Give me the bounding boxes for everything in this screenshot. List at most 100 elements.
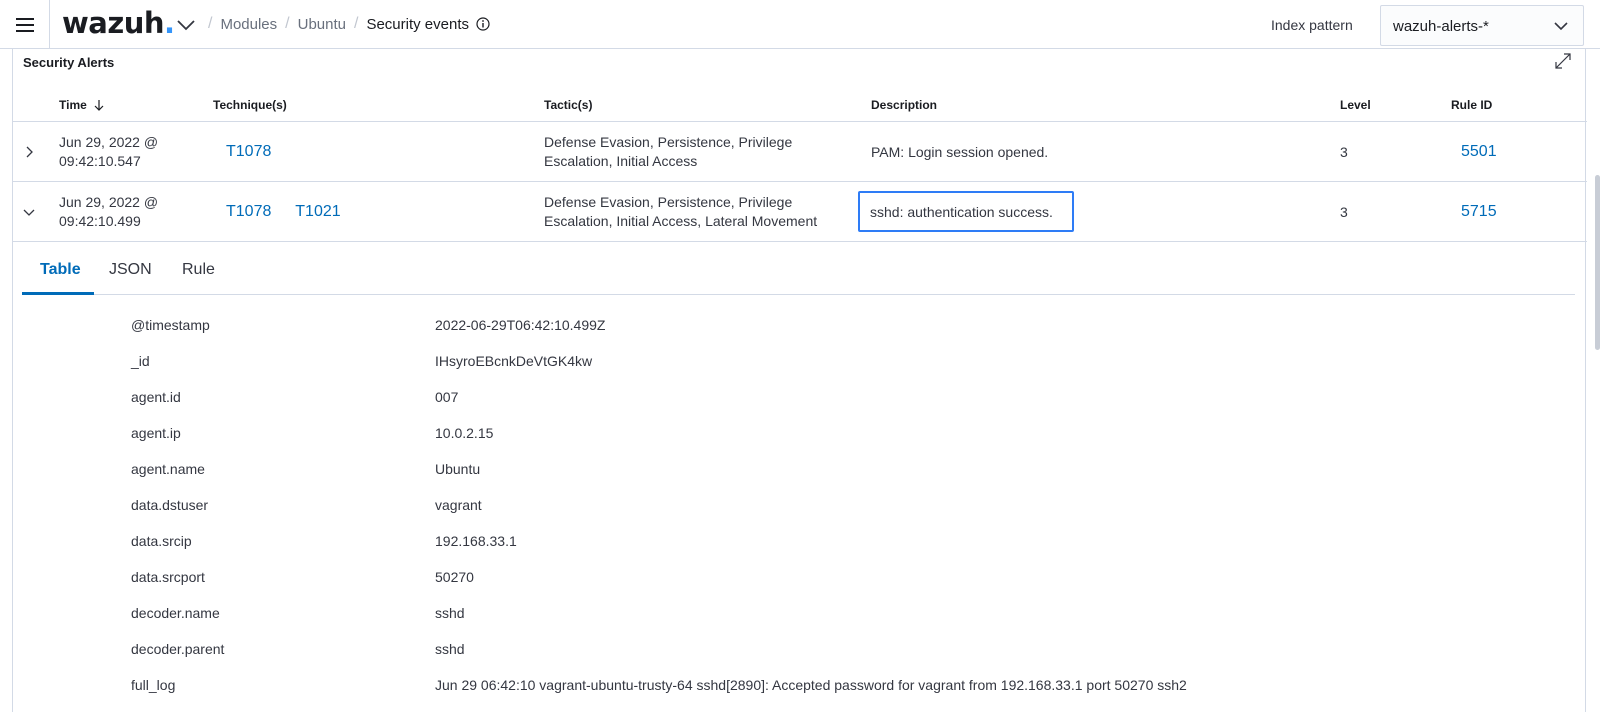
time-date: Jun 29, 2022 @ bbox=[59, 194, 159, 210]
detail-row: agent.ip 10.0.2.15 bbox=[13, 417, 1587, 453]
logo-text: wazuh bbox=[62, 6, 165, 40]
hamburger-icon bbox=[15, 17, 34, 32]
technique-link[interactable]: T1078 bbox=[226, 143, 271, 160]
column-label: Level bbox=[1340, 98, 1371, 112]
breadcrumb-separator: / bbox=[208, 15, 213, 32]
column-header-time[interactable]: Time bbox=[59, 98, 105, 112]
technique-link[interactable]: T1021 bbox=[295, 203, 340, 220]
time-date: Jun 29, 2022 @ bbox=[59, 134, 159, 150]
chevron-down-icon[interactable] bbox=[175, 16, 197, 34]
column-header-description[interactable]: Description bbox=[871, 98, 937, 112]
menu-button[interactable] bbox=[0, 0, 50, 49]
detail-key: full_log bbox=[131, 677, 176, 693]
row-description-focused[interactable]: sshd: authentication success. bbox=[858, 191, 1074, 232]
row-time: Jun 29, 2022 @ 09:42:10.547 bbox=[59, 133, 158, 171]
detail-key: data.srcip bbox=[131, 533, 192, 549]
tab-table[interactable]: Table bbox=[40, 261, 81, 279]
table-row[interactable]: Jun 29, 2022 @ 09:42:10.547 T1078 Defens… bbox=[13, 123, 1587, 182]
detail-key: data.dstuser bbox=[131, 497, 209, 513]
detail-row: decoder.name sshd bbox=[13, 597, 1587, 633]
row-techniques: T1078 T1021 bbox=[226, 202, 341, 221]
panel-title: Security Alerts bbox=[23, 55, 115, 70]
breadcrumb-separator: / bbox=[285, 15, 290, 32]
row-level: 3 bbox=[1340, 144, 1348, 160]
row-tactics: Defense Evasion, Persistence, Privilege … bbox=[544, 193, 817, 231]
detail-row: data.dstuser vagrant bbox=[13, 489, 1587, 525]
detail-value: Ubuntu bbox=[435, 461, 481, 477]
breadcrumb-current: Security events bbox=[366, 15, 469, 33]
detail-row: agent.id 007 bbox=[13, 381, 1587, 417]
time-clock: 09:42:10.547 bbox=[59, 153, 141, 169]
table-header: Time Technique(s) Tactic(s) Description … bbox=[13, 89, 1587, 122]
chevron-down-icon bbox=[1554, 22, 1568, 31]
breadcrumb-separator: / bbox=[353, 15, 359, 32]
column-header-techniques[interactable]: Technique(s) bbox=[213, 98, 287, 112]
column-header-rule-id[interactable]: Rule ID bbox=[1451, 98, 1492, 112]
detail-row: _id IHsyroEBcnkDeVtGK4kw bbox=[13, 345, 1587, 381]
detail-value: 10.0.2.15 bbox=[435, 425, 494, 441]
column-label: Time bbox=[59, 98, 87, 112]
tab-json[interactable]: JSON bbox=[109, 261, 152, 279]
time-clock: 09:42:10.499 bbox=[59, 213, 141, 229]
technique-link[interactable]: T1078 bbox=[226, 203, 271, 220]
fullscreen-icon[interactable] bbox=[1555, 53, 1571, 69]
detail-key: decoder.parent bbox=[131, 641, 225, 657]
security-alerts-panel: Security Alerts Time Technique(s) Tactic… bbox=[12, 49, 1587, 712]
chevron-down-icon[interactable] bbox=[21, 204, 37, 220]
column-label: Description bbox=[871, 98, 938, 112]
detail-key: agent.id bbox=[131, 389, 181, 405]
detail-key: _id bbox=[131, 353, 150, 369]
detail-row: data.srcport 50270 bbox=[13, 561, 1587, 597]
breadcrumb-modules[interactable]: Modules bbox=[220, 16, 277, 33]
rule-id-link[interactable]: 5715 bbox=[1461, 203, 1497, 220]
column-label: Technique(s) bbox=[213, 98, 287, 112]
sort-descending-icon bbox=[94, 100, 104, 111]
tactics-line: Escalation, Initial Access bbox=[544, 153, 698, 169]
row-level: 3 bbox=[1340, 204, 1348, 220]
index-pattern-select[interactable]: wazuh-alerts-* bbox=[1380, 5, 1584, 46]
top-header: wazuh. / Modules / Ubuntu / Security eve… bbox=[0, 0, 1600, 49]
info-icon[interactable] bbox=[476, 17, 490, 31]
detail-value: vagrant bbox=[435, 497, 482, 513]
breadcrumb-ubuntu[interactable]: Ubuntu bbox=[298, 16, 346, 33]
wazuh-logo[interactable]: wazuh. bbox=[62, 6, 175, 40]
column-label: Rule ID bbox=[1451, 98, 1493, 112]
detail-value: 192.168.33.1 bbox=[435, 533, 517, 549]
detail-value: 2022-06-29T06:42:10.499Z bbox=[435, 317, 606, 333]
detail-value: 50270 bbox=[435, 569, 474, 585]
detail-row: agent.name Ubuntu bbox=[13, 453, 1587, 489]
detail-tabs: Table JSON Rule bbox=[22, 245, 1575, 295]
tab-rule[interactable]: Rule bbox=[182, 261, 215, 279]
detail-row: @timestamp 2022-06-29T06:42:10.499Z bbox=[13, 309, 1587, 345]
logo-dot: . bbox=[164, 6, 175, 40]
row-description: PAM: Login session opened. bbox=[871, 144, 1049, 160]
detail-key: agent.ip bbox=[131, 425, 181, 441]
column-header-tactics[interactable]: Tactic(s) bbox=[544, 98, 592, 112]
chevron-right-icon[interactable] bbox=[21, 144, 37, 160]
row-techniques: T1078 bbox=[226, 142, 271, 161]
index-pattern-value: wazuh-alerts-* bbox=[1393, 18, 1489, 35]
row-time: Jun 29, 2022 @ 09:42:10.499 bbox=[59, 193, 158, 231]
column-label: Tactic(s) bbox=[544, 98, 593, 112]
detail-key: agent.name bbox=[131, 461, 205, 477]
detail-value: sshd bbox=[435, 641, 465, 657]
breadcrumb: / Modules / Ubuntu / Security events bbox=[200, 15, 490, 33]
column-header-level[interactable]: Level bbox=[1340, 98, 1371, 112]
detail-key: data.srcport bbox=[131, 569, 205, 585]
index-pattern-label: Index pattern bbox=[1271, 17, 1353, 33]
active-tab-indicator bbox=[22, 292, 94, 295]
detail-value: 007 bbox=[435, 389, 459, 405]
page-scrollbar[interactable] bbox=[1595, 175, 1600, 350]
tactics-line: Defense Evasion, Persistence, Privilege bbox=[544, 194, 793, 210]
detail-value: Jun 29 06:42:10 vagrant-ubuntu-trusty-64… bbox=[435, 677, 1187, 693]
tactics-line: Escalation, Initial Access, Lateral Move… bbox=[544, 213, 818, 229]
detail-value: sshd bbox=[435, 605, 465, 621]
table-row-expanded[interactable]: Jun 29, 2022 @ 09:42:10.499 T1078 T1021 … bbox=[13, 183, 1587, 242]
rule-id-link[interactable]: 5501 bbox=[1461, 143, 1497, 160]
detail-key: @timestamp bbox=[131, 317, 210, 333]
row-tactics: Defense Evasion, Persistence, Privilege … bbox=[544, 133, 792, 171]
detail-row: full_log Jun 29 06:42:10 vagrant-ubuntu-t… bbox=[13, 669, 1587, 705]
detail-value: IHsyroEBcnkDeVtGK4kw bbox=[435, 353, 593, 369]
tactics-line: Defense Evasion, Persistence, Privilege bbox=[544, 134, 793, 150]
detail-row: data.srcip 192.168.33.1 bbox=[13, 525, 1587, 561]
